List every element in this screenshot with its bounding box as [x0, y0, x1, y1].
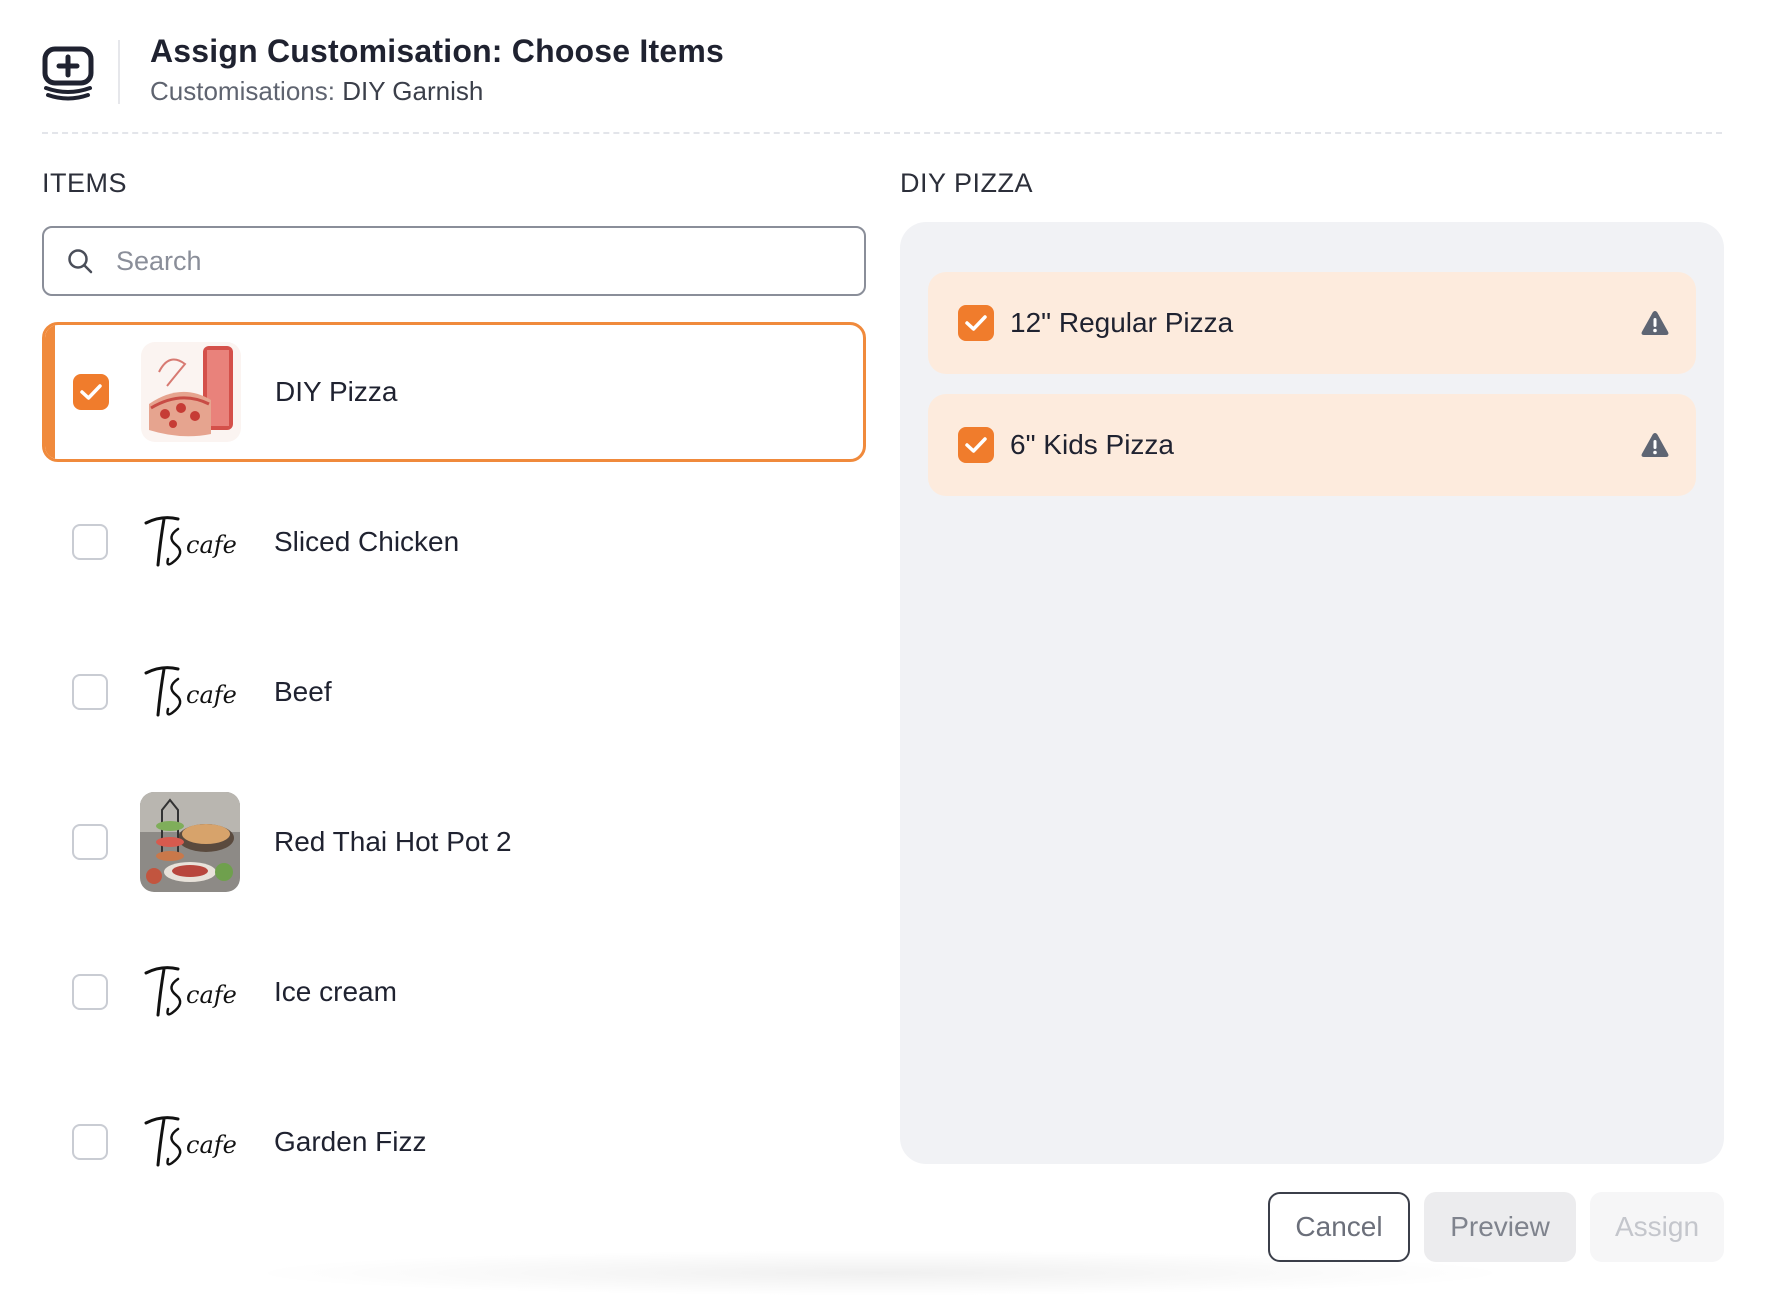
cafe-logo-text: cafe	[186, 1131, 237, 1159]
variant-row[interactable]: 12" Regular Pizza	[928, 272, 1696, 374]
item-checkbox[interactable]	[72, 1124, 108, 1160]
variant-row[interactable]: 6" Kids Pizza	[928, 394, 1696, 496]
cafe-logo-text: cafe	[186, 681, 237, 709]
assign-button[interactable]: Assign	[1590, 1192, 1724, 1262]
item-name: Beef	[274, 676, 332, 707]
item-checkbox[interactable]	[73, 374, 109, 410]
list-item[interactable]: DIY Pizza	[42, 322, 866, 462]
item-name: Garden Fizz	[274, 1126, 427, 1157]
item-checkbox[interactable]	[72, 524, 108, 560]
cafe-logo: cafe	[140, 1092, 240, 1192]
items-section-label: ITEMS	[42, 168, 128, 198]
checkmark-icon	[80, 384, 102, 400]
checkmark-icon	[965, 315, 987, 331]
bottom-shadow	[240, 1250, 1520, 1296]
list-item[interactable]: cafe Sliced Chicken	[42, 472, 866, 612]
item-name: Ice cream	[274, 976, 397, 1007]
cafe-logo-text: cafe	[186, 531, 237, 559]
variant-name: 6" Kids Pizza	[1010, 429, 1175, 460]
variant-checkbox[interactable]	[958, 305, 994, 341]
dialog-title: Assign Customisation: Choose Items	[150, 33, 724, 69]
add-stack-icon	[42, 46, 94, 101]
checkmark-icon	[965, 437, 987, 453]
list-item[interactable]: Red Thai Hot Pot 2	[42, 772, 866, 912]
item-name: DIY Pizza	[275, 376, 398, 407]
header-divider	[118, 40, 120, 104]
pizza-photo	[141, 342, 241, 442]
list-item[interactable]: cafe Beef	[42, 622, 866, 762]
item-checkbox[interactable]	[72, 824, 108, 860]
search-icon	[68, 249, 93, 274]
variant-checkbox[interactable]	[958, 427, 994, 463]
selected-accent-bar	[45, 325, 55, 459]
assign-customisation-dialog: Assign Customisation: Choose Items Custo…	[0, 0, 1768, 1296]
cafe-logo: cafe	[140, 642, 240, 742]
item-checkbox[interactable]	[72, 674, 108, 710]
item-name: Sliced Chicken	[274, 526, 460, 557]
list-item[interactable]: cafe Ice cream	[42, 922, 866, 1062]
search-input[interactable]	[116, 245, 816, 277]
subtitle-value: DIY Garnish	[342, 76, 484, 106]
cafe-logo-text: cafe	[186, 981, 237, 1009]
detail-section-label: DIY PIZZA	[900, 168, 1034, 198]
cafe-logo: cafe	[140, 492, 240, 592]
dialog-subtitle: Customisations: DIY Garnish	[150, 76, 483, 107]
warning-icon[interactable]	[1640, 431, 1670, 459]
warning-icon[interactable]	[1640, 309, 1670, 337]
list-item[interactable]: cafe Garden Fizz	[42, 1072, 866, 1212]
item-checkbox[interactable]	[72, 974, 108, 1010]
cafe-logo: cafe	[140, 942, 240, 1042]
item-name: Red Thai Hot Pot 2	[274, 826, 512, 857]
hotpot-photo	[140, 792, 240, 892]
variant-name: 12" Regular Pizza	[1010, 307, 1234, 338]
dialog-header: Assign Customisation: Choose Items Custo…	[42, 0, 1722, 134]
subtitle-label: Customisations:	[150, 76, 343, 106]
variants-panel: 12" Regular Pizza 6" Kids Pizza	[900, 222, 1724, 1164]
search-box[interactable]	[42, 226, 866, 296]
